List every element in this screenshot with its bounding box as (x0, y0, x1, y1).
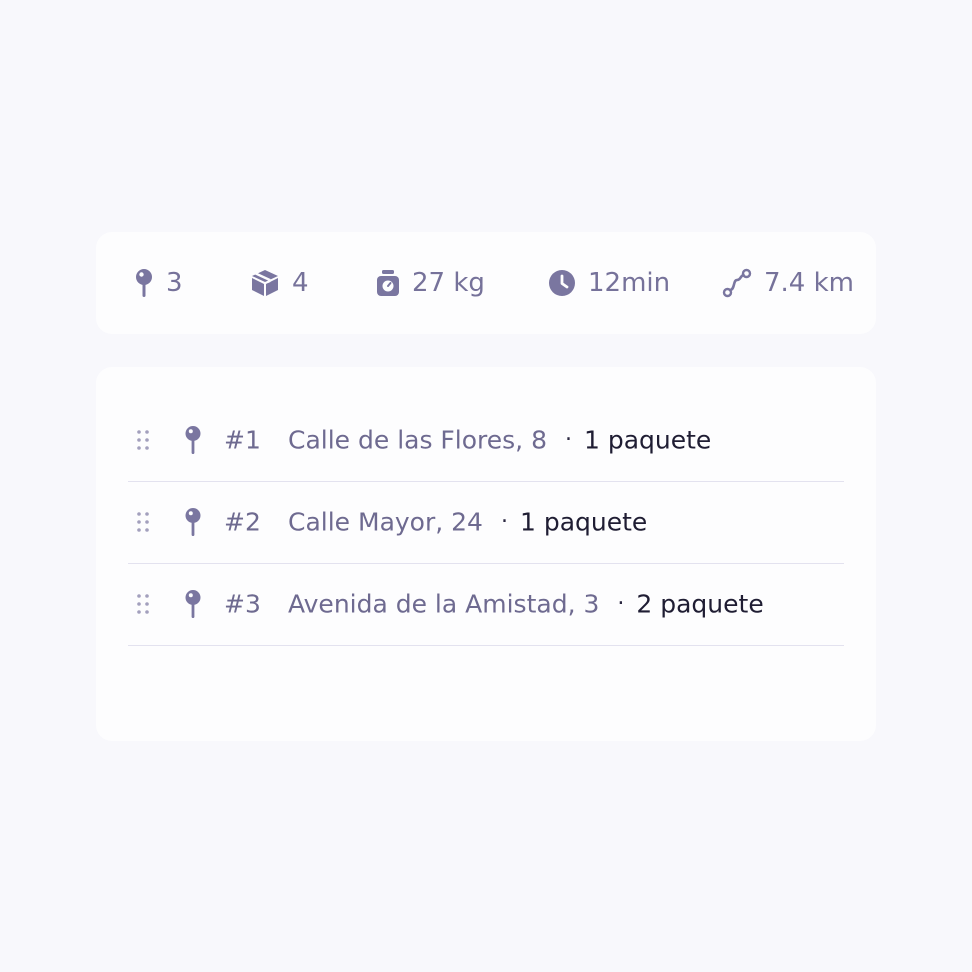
packages-stat: 4 (250, 232, 309, 334)
route-summary-card: 3 4 27 kg 12min 7.4 km (96, 232, 876, 334)
stop-address: Avenida de la Amistad, 3 (288, 589, 600, 619)
stop-package-count: 1 paquete (519, 507, 648, 537)
map-pin-icon (136, 269, 152, 297)
stop-package-count: 2 paquete (636, 589, 764, 619)
stop-row[interactable]: #2 Calle Mayor, 24 · 1 paquete (128, 481, 844, 564)
stop-package-count: 1 paquete (583, 425, 712, 455)
stops-count: 3 (166, 268, 183, 298)
stops-stat: 3 (134, 232, 183, 334)
map-pin-icon (185, 508, 201, 536)
clock-icon (549, 270, 575, 296)
drag-handle-icon[interactable] (136, 429, 150, 451)
stop-number: #3 (224, 589, 261, 619)
stop-address: Calle Mayor, 24 (288, 507, 483, 537)
stop-number: #1 (224, 425, 261, 455)
map-pin-icon (185, 590, 201, 618)
stop-number: #2 (224, 507, 261, 537)
separator-dot: · (564, 427, 572, 453)
drag-handle-icon[interactable] (136, 593, 150, 615)
time-stat: 12min (548, 232, 670, 334)
separator-dot: · (617, 591, 625, 617)
stops-list-card: #1 Calle de las Flores, 8 · 1 paquete #2… (96, 367, 876, 741)
map-pin-icon (185, 426, 201, 454)
separator-dot: · (500, 509, 508, 535)
stop-details: Calle Mayor, 24 · 1 paquete (288, 508, 647, 537)
stop-details: Avenida de la Amistad, 3 · 2 paquete (288, 590, 764, 619)
stop-details: Calle de las Flores, 8 · 1 paquete (288, 426, 711, 455)
scale-icon (377, 270, 399, 296)
stop-row[interactable]: #1 Calle de las Flores, 8 · 1 paquete (128, 399, 844, 482)
distance-stat: 7.4 km (722, 232, 854, 334)
weight-stat: 27 kg (376, 232, 485, 334)
packages-count: 4 (292, 268, 309, 298)
weight-value: 27 kg (412, 268, 485, 298)
stop-address: Calle de las Flores, 8 (288, 425, 547, 455)
time-value: 12min (588, 268, 671, 298)
package-icon (252, 270, 278, 296)
route-icon (722, 268, 752, 298)
stop-row[interactable]: #3 Avenida de la Amistad, 3 · 2 paquete (128, 563, 844, 646)
distance-value: 7.4 km (764, 268, 854, 298)
drag-handle-icon[interactable] (136, 511, 150, 533)
